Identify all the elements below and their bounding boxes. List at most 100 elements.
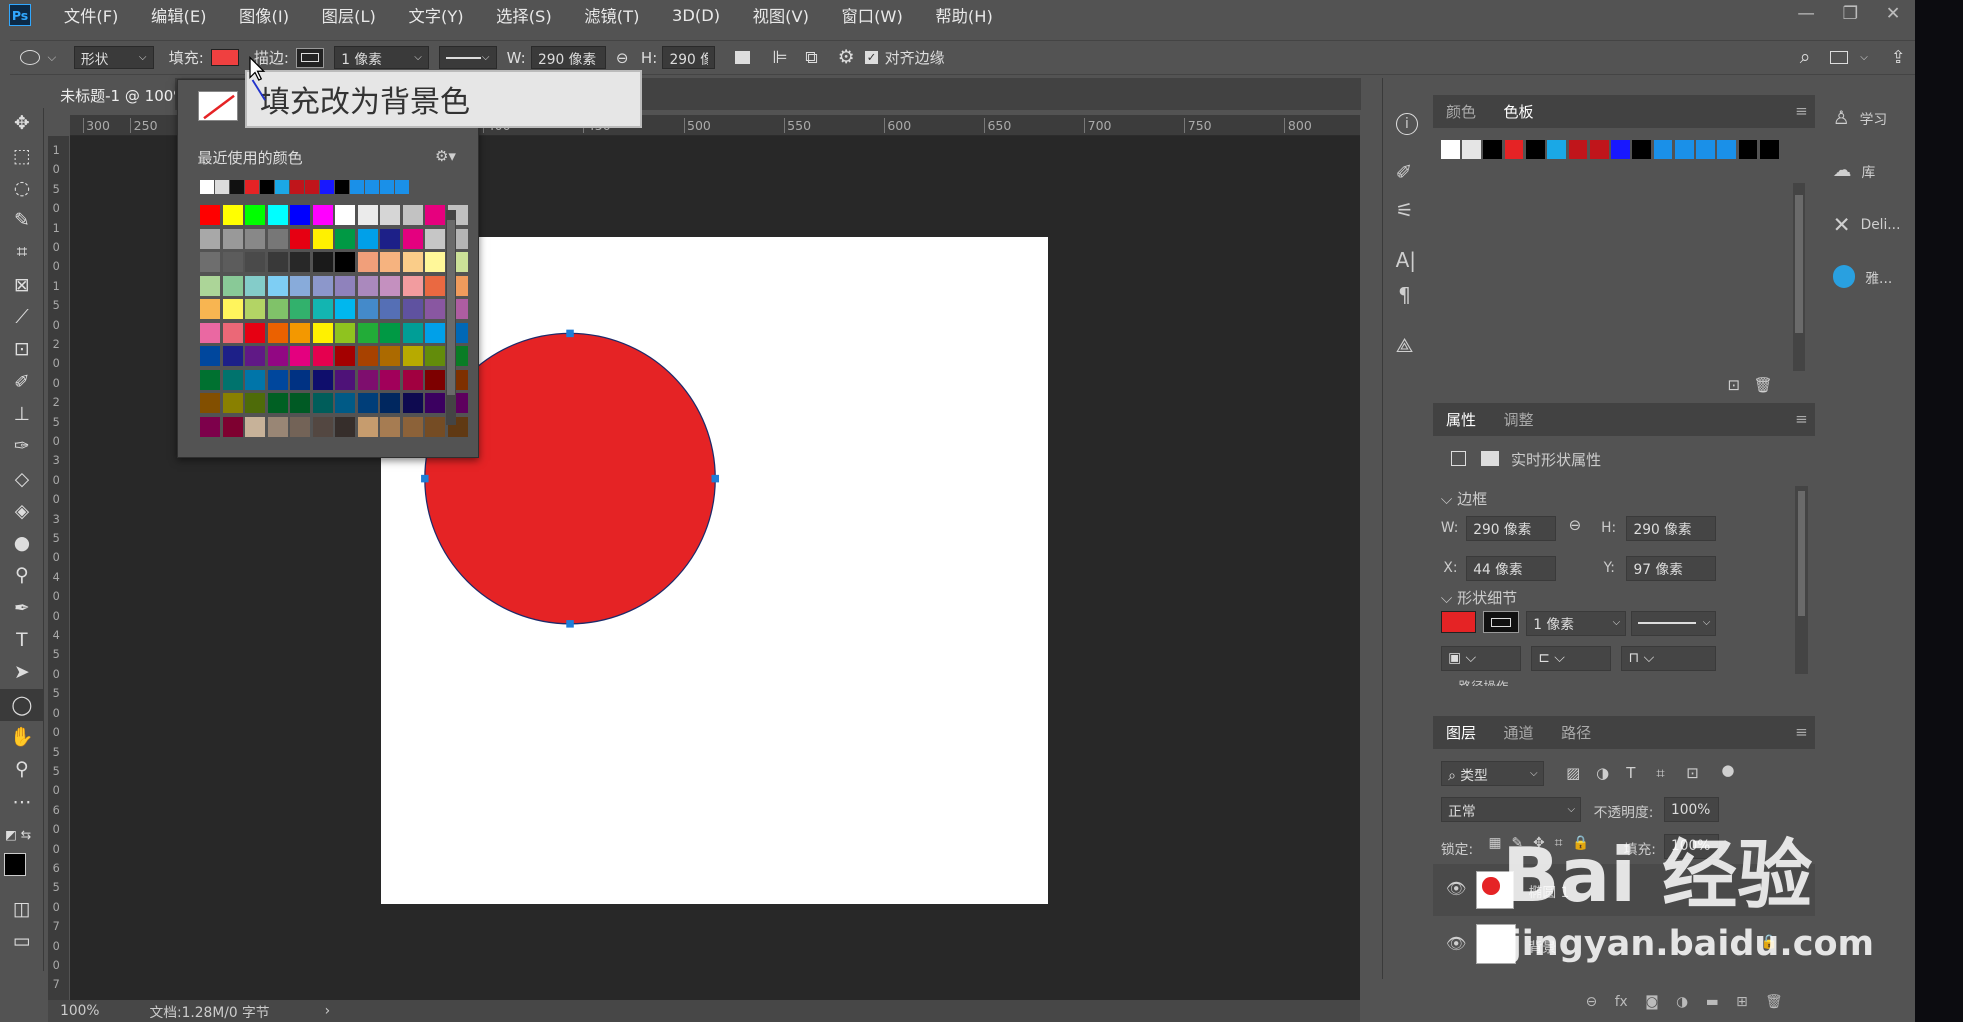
shape-layer-svg[interactable] [381, 237, 1048, 904]
chevron-down-icon[interactable]: ⌵ [1860, 52, 1868, 64]
adjust-icon[interactable]: ⚟ [1396, 198, 1414, 222]
filter-smart-icon[interactable]: ⊡ [1686, 764, 1699, 782]
color-swatch[interactable] [222, 275, 243, 296]
recent-color-swatch[interactable] [1589, 140, 1609, 159]
scrollbar[interactable] [1795, 485, 1808, 674]
color-swatch[interactable] [312, 416, 333, 437]
recent-color-swatch[interactable] [1611, 140, 1630, 159]
color-swatch[interactable] [402, 205, 423, 226]
stroke-swatch[interactable] [296, 47, 324, 68]
color-swatch[interactable] [425, 299, 446, 320]
path-alignment-icon[interactable]: ⊫ [772, 48, 787, 68]
link-icon[interactable]: ⊖ [1569, 516, 1582, 534]
scrollbar[interactable] [445, 210, 456, 426]
recent-color-swatch[interactable] [1674, 140, 1694, 159]
color-swatch[interactable] [357, 416, 378, 437]
quick-mask-icon[interactable]: ◫ [0, 893, 44, 925]
color-swatch[interactable] [312, 393, 333, 414]
pen-tool-icon[interactable]: ✒ [0, 592, 44, 624]
color-swatch[interactable] [222, 299, 243, 320]
recent-color-swatch[interactable] [1440, 140, 1460, 159]
color-swatch[interactable] [245, 275, 266, 296]
shape-stroke-swatch[interactable] [1483, 610, 1519, 634]
color-swatch[interactable] [380, 299, 401, 320]
recent-color-swatch[interactable] [335, 180, 349, 194]
new-layer-icon[interactable]: ⊞ [1736, 994, 1748, 1019]
width-field[interactable]: 290 像素 [1465, 515, 1557, 541]
recent-color-swatch[interactable] [275, 180, 289, 194]
gear-icon[interactable]: ⚙ [838, 47, 855, 68]
menu-layer[interactable]: 图层(L) [322, 3, 376, 27]
color-swatch[interactable] [245, 369, 266, 390]
color-swatch[interactable] [290, 369, 311, 390]
tab-swatches[interactable]: 色板 [1504, 101, 1534, 122]
anchor-point[interactable] [711, 474, 719, 482]
panel-menu-icon[interactable]: ≡ [1795, 102, 1808, 120]
color-swatch[interactable] [267, 322, 288, 343]
color-swatch[interactable] [267, 205, 288, 226]
recent-color-swatch[interactable] [320, 180, 334, 194]
workspace-icon[interactable] [1830, 50, 1848, 65]
stroke-align-select[interactable]: ▣ ⌵ [1440, 645, 1522, 671]
color-swatch[interactable] [357, 322, 378, 343]
tab-channels[interactable]: 通道 [1504, 722, 1534, 743]
panel-menu-icon[interactable]: ≡ [1795, 410, 1808, 428]
color-swatches[interactable] [0, 850, 44, 893]
menu-select[interactable]: 选择(S) [496, 3, 552, 27]
color-swatch[interactable] [402, 275, 423, 296]
shape-stroke-width-field[interactable]: 1 像素 ⌵ [1526, 610, 1627, 636]
color-swatch[interactable] [425, 205, 446, 226]
user-button[interactable]: 雅... [1832, 265, 1892, 288]
color-swatch[interactable] [290, 205, 311, 226]
stroke-cap-select[interactable]: ⊏ ⌵ [1531, 645, 1612, 671]
color-swatch[interactable] [357, 275, 378, 296]
color-swatch[interactable] [312, 228, 333, 249]
color-swatch[interactable] [290, 322, 311, 343]
color-swatch[interactable] [267, 299, 288, 320]
color-swatch[interactable] [290, 416, 311, 437]
color-swatch[interactable] [222, 369, 243, 390]
path-arrangement-icon[interactable]: ⧉ [805, 48, 818, 68]
lasso-tool-icon[interactable]: ◌ [0, 172, 44, 204]
recent-color-swatch[interactable] [260, 180, 274, 194]
recent-color-swatch[interactable] [1483, 140, 1503, 159]
shape-stroke-type[interactable]: ⌵ [1631, 610, 1717, 636]
color-swatch[interactable] [200, 228, 221, 249]
color-swatch[interactable] [402, 299, 423, 320]
color-swatch[interactable] [290, 299, 311, 320]
color-swatch[interactable] [335, 205, 356, 226]
foreground-color[interactable] [3, 852, 27, 876]
trash-icon[interactable]: 🗑 [1754, 376, 1773, 394]
restore-button[interactable]: ❐ [1842, 4, 1858, 24]
document-canvas[interactable] [380, 236, 1048, 904]
path-operations-icon[interactable] [734, 51, 750, 64]
color-swatch[interactable] [267, 393, 288, 414]
menu-edit[interactable]: 编辑(E) [151, 3, 207, 27]
color-swatch[interactable] [335, 299, 356, 320]
paragraph-icon[interactable]: ¶ [1398, 283, 1411, 307]
color-swatch[interactable] [335, 393, 356, 414]
group-icon[interactable]: ▬ [1706, 994, 1719, 1019]
mask-icon[interactable]: ◙ [1645, 994, 1658, 1019]
link-icon[interactable]: ⊖ [616, 49, 629, 67]
recent-color-swatch[interactable] [245, 180, 259, 194]
fx-icon[interactable]: fx [1615, 994, 1628, 1019]
libraries-button[interactable]: ☁ 库 [1833, 160, 1876, 181]
color-swatch[interactable] [200, 416, 221, 437]
search-icon[interactable]: ⌕ [1800, 47, 1811, 68]
color-swatch[interactable] [357, 299, 378, 320]
color-swatch[interactable] [222, 416, 243, 437]
color-swatch[interactable] [222, 252, 243, 273]
color-swatch[interactable] [245, 299, 266, 320]
recent-color-swatch[interactable] [215, 180, 229, 194]
align-edges-checkbox[interactable]: ✓ [864, 50, 879, 65]
color-swatch[interactable] [200, 299, 221, 320]
stroke-join-select[interactable]: ⊓ ⌵ [1621, 645, 1717, 671]
color-swatch[interactable] [402, 369, 423, 390]
color-swatch[interactable] [200, 275, 221, 296]
color-swatch[interactable] [245, 322, 266, 343]
paint-bucket-tool-icon[interactable]: ◈ [0, 495, 44, 527]
color-swatch[interactable] [335, 322, 356, 343]
3d-icon[interactable]: ⟁ [1396, 333, 1414, 358]
share-icon[interactable]: ⇪ [1891, 48, 1906, 68]
